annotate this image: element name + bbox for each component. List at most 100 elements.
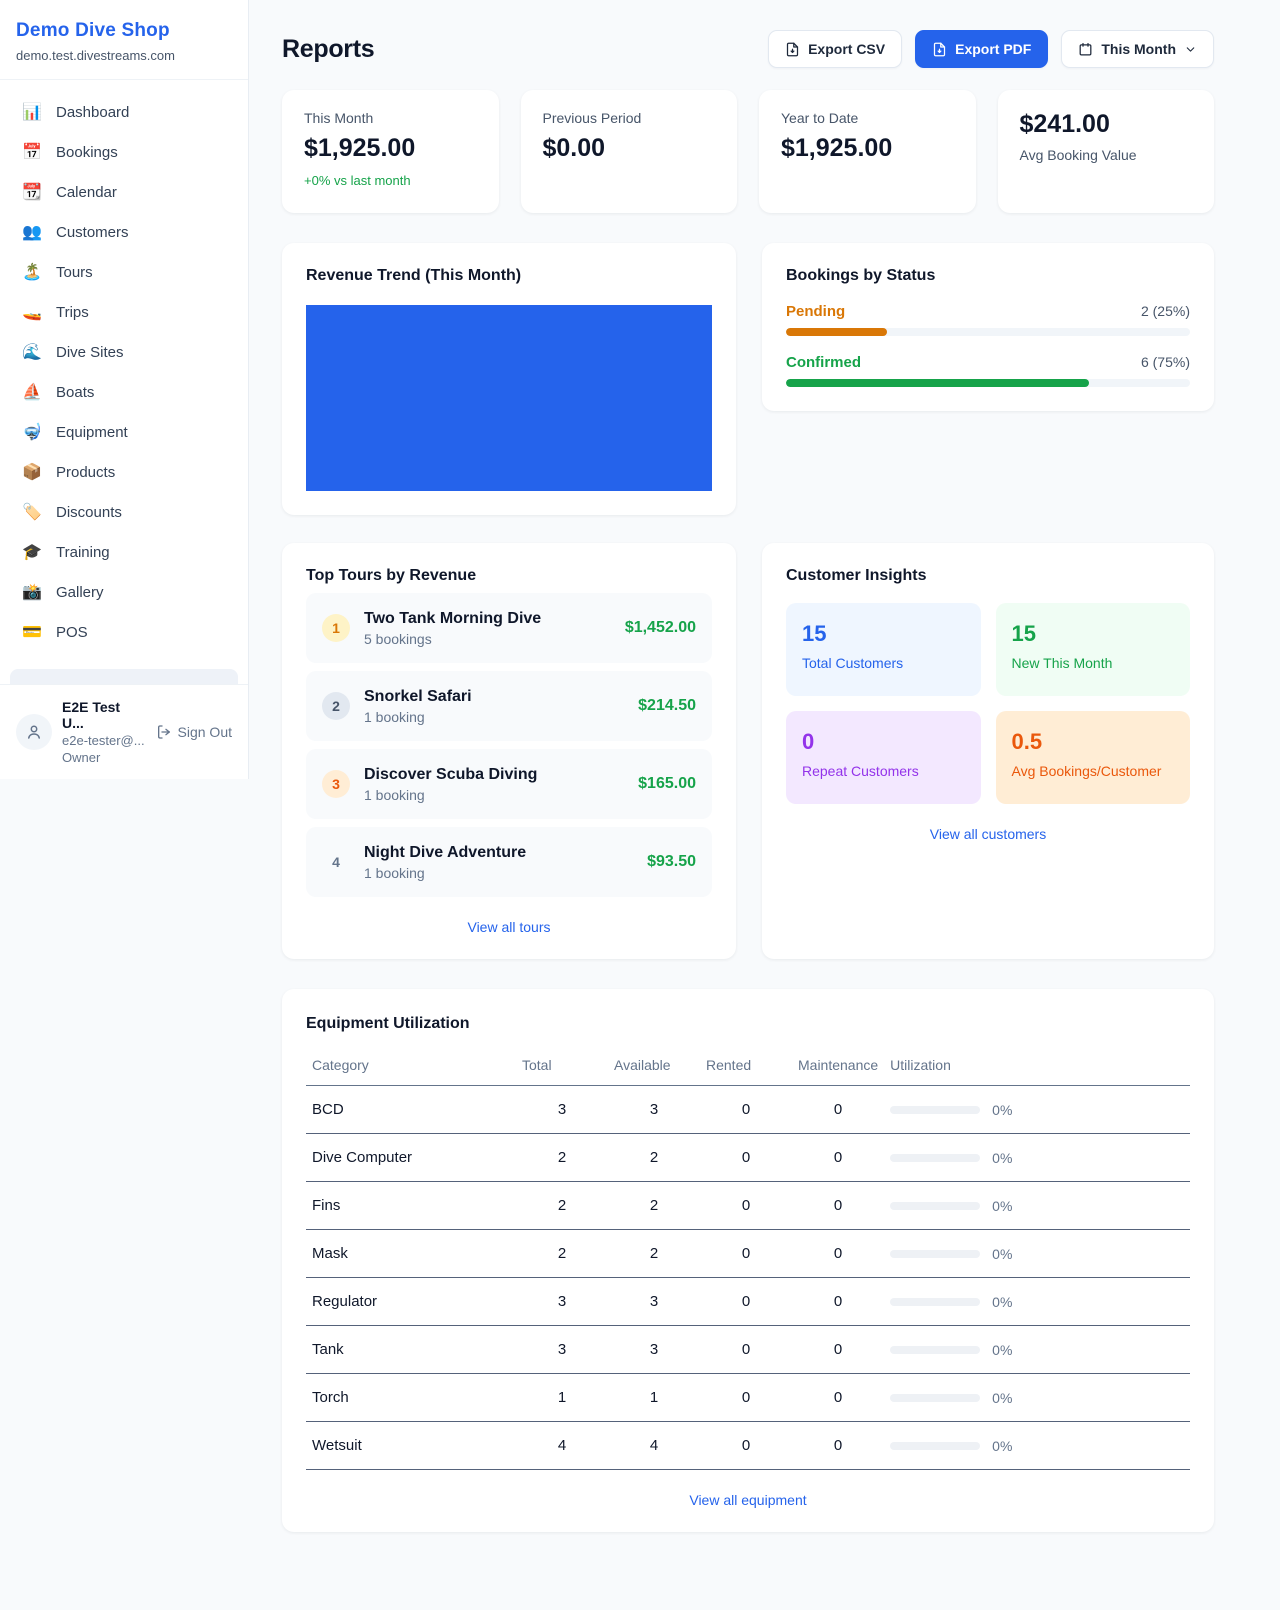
status-bar-fill (786, 328, 887, 336)
sidebar-item-products[interactable]: 📦 Products (10, 452, 238, 492)
sidebar-item-equipment[interactable]: 🤿 Equipment (10, 412, 238, 452)
equip-maintenance: 0 (792, 1086, 884, 1134)
sidebar-item-customers[interactable]: 👥 Customers (10, 212, 238, 252)
training-icon: 🎓 (22, 542, 42, 562)
utilization-cell: 0% (890, 1342, 1184, 1358)
status-bar-track (786, 379, 1190, 387)
stat-value: $1,925.00 (781, 134, 954, 163)
sidebar-item-calendar[interactable]: 📆 Calendar (10, 172, 238, 212)
sidebar-item-pos[interactable]: 💳 POS (10, 612, 238, 652)
trips-icon: 🚤 (22, 302, 42, 322)
bookings-by-status-card: Bookings by Status Pending 2 (25%) Confi… (762, 243, 1214, 411)
bookings-by-status-title: Bookings by Status (786, 267, 1190, 285)
view-all-tours-link[interactable]: View all tours (306, 919, 712, 935)
period-dropdown[interactable]: This Month (1061, 30, 1214, 68)
revenue-trend-card: Revenue Trend (This Month) (282, 243, 736, 515)
export-pdf-button[interactable]: Export PDF (915, 30, 1048, 68)
sidebar-item-trips[interactable]: 🚤 Trips (10, 292, 238, 332)
equip-available: 4 (608, 1422, 700, 1470)
sidebar-item-bookings[interactable]: 📅 Bookings (10, 132, 238, 172)
export-file-icon (785, 42, 800, 57)
products-icon: 📦 (22, 462, 42, 482)
sidebar-item-reports-partial[interactable] (10, 669, 238, 684)
pos-icon: 💳 (22, 622, 42, 642)
revenue-trend-bar (306, 305, 712, 491)
sidebar-item-gallery[interactable]: 📸 Gallery (10, 572, 238, 612)
sidebar-nav: 📊 Dashboard 📅 Bookings 📆 Calendar 👥 Cust… (0, 80, 248, 684)
table-row: Wetsuit 4 4 0 0 0% (306, 1422, 1190, 1470)
status-bar-track (786, 328, 1190, 336)
stat-card-this-month: This Month $1,925.00 +0% vs last month (282, 90, 499, 213)
insight-value: 0.5 (1012, 729, 1175, 755)
tour-revenue: $93.50 (647, 853, 696, 871)
calendar-icon: 📆 (22, 182, 42, 202)
user-name: E2E Test U... (62, 699, 146, 731)
table-row: Tank 3 3 0 0 0% (306, 1326, 1190, 1374)
tour-bookings: 1 booking (364, 709, 624, 725)
page-header: Reports Export CSV Export PDF (282, 30, 1214, 68)
sidebar-item-discounts[interactable]: 🏷️ Discounts (10, 492, 238, 532)
status-row-pending: Pending 2 (25%) (786, 303, 1190, 336)
insight-value: 15 (802, 621, 965, 647)
utilization-pct: 0% (992, 1438, 1012, 1454)
insight-label: Avg Bookings/Customer (1012, 763, 1175, 779)
tours-icon: 🏝️ (22, 262, 42, 282)
insight-new-this-month: 15 New This Month (996, 603, 1191, 696)
insight-value: 0 (802, 729, 965, 755)
tour-row: 1 Two Tank Morning Dive 5 bookings $1,45… (306, 593, 712, 663)
equip-rented: 0 (700, 1134, 792, 1182)
stat-label: This Month (304, 110, 477, 126)
equip-available: 2 (608, 1182, 700, 1230)
utilization-pct: 0% (992, 1150, 1012, 1166)
insight-avg-bookings: 0.5 Avg Bookings/Customer (996, 711, 1191, 804)
chevron-down-icon (1184, 43, 1197, 56)
utilization-cell: 0% (890, 1198, 1184, 1214)
equip-category: Torch (306, 1374, 516, 1422)
utilization-pct: 0% (992, 1294, 1012, 1310)
reports-page: Demo Dive Shop demo.test.divestreams.com… (0, 0, 1280, 1610)
utilization-pct: 0% (992, 1102, 1012, 1118)
tour-name: Discover Scuba Diving (364, 766, 624, 784)
equip-maintenance: 0 (792, 1182, 884, 1230)
insight-label: New This Month (1012, 655, 1175, 671)
sign-out-button[interactable]: Sign Out (156, 724, 232, 740)
view-all-customers-link[interactable]: View all customers (786, 826, 1190, 842)
equip-available: 3 (608, 1278, 700, 1326)
charts-row: Revenue Trend (This Month) Bookings by S… (282, 243, 1214, 515)
person-icon (25, 723, 43, 741)
equip-total: 2 (516, 1182, 608, 1230)
shop-name: Demo Dive Shop (16, 20, 232, 42)
revenue-trend-chart (306, 305, 712, 491)
insights-row: Top Tours by Revenue 1 Two Tank Morning … (282, 543, 1214, 959)
status-count: 6 (75%) (1141, 354, 1190, 370)
equip-available: 3 (608, 1086, 700, 1134)
export-csv-button[interactable]: Export CSV (768, 30, 902, 68)
sidebar-item-dive-sites[interactable]: 🌊 Dive Sites (10, 332, 238, 372)
rank-badge: 1 (322, 614, 350, 642)
sidebar-item-boats[interactable]: ⛵ Boats (10, 372, 238, 412)
sidebar-item-training[interactable]: 🎓 Training (10, 532, 238, 572)
equip-total: 3 (516, 1278, 608, 1326)
equip-rented: 0 (700, 1374, 792, 1422)
equip-rented: 0 (700, 1278, 792, 1326)
sidebar-item-dashboard[interactable]: 📊 Dashboard (10, 92, 238, 132)
status-bar-fill (786, 379, 1089, 387)
page-title: Reports (282, 35, 374, 64)
equip-category: Mask (306, 1230, 516, 1278)
calendar-icon (1078, 42, 1093, 57)
stat-delta: +0% vs last month (304, 173, 477, 188)
view-all-equipment-link[interactable]: View all equipment (306, 1492, 1190, 1508)
equipment-icon: 🤿 (22, 422, 42, 442)
stat-value: $0.00 (543, 134, 716, 163)
equip-rented: 0 (700, 1326, 792, 1374)
tour-name: Snorkel Safari (364, 688, 624, 706)
utilization-cell: 0% (890, 1246, 1184, 1262)
rank-badge: 3 (322, 770, 350, 798)
sidebar: Demo Dive Shop demo.test.divestreams.com… (0, 0, 249, 779)
utilization-cell: 0% (890, 1390, 1184, 1406)
equip-category: Tank (306, 1326, 516, 1374)
revenue-trend-title: Revenue Trend (This Month) (306, 267, 712, 285)
insight-grid: 15 Total Customers 15 New This Month 0 R… (786, 603, 1190, 804)
sidebar-item-tours[interactable]: 🏝️ Tours (10, 252, 238, 292)
tour-row: 2 Snorkel Safari 1 booking $214.50 (306, 671, 712, 741)
